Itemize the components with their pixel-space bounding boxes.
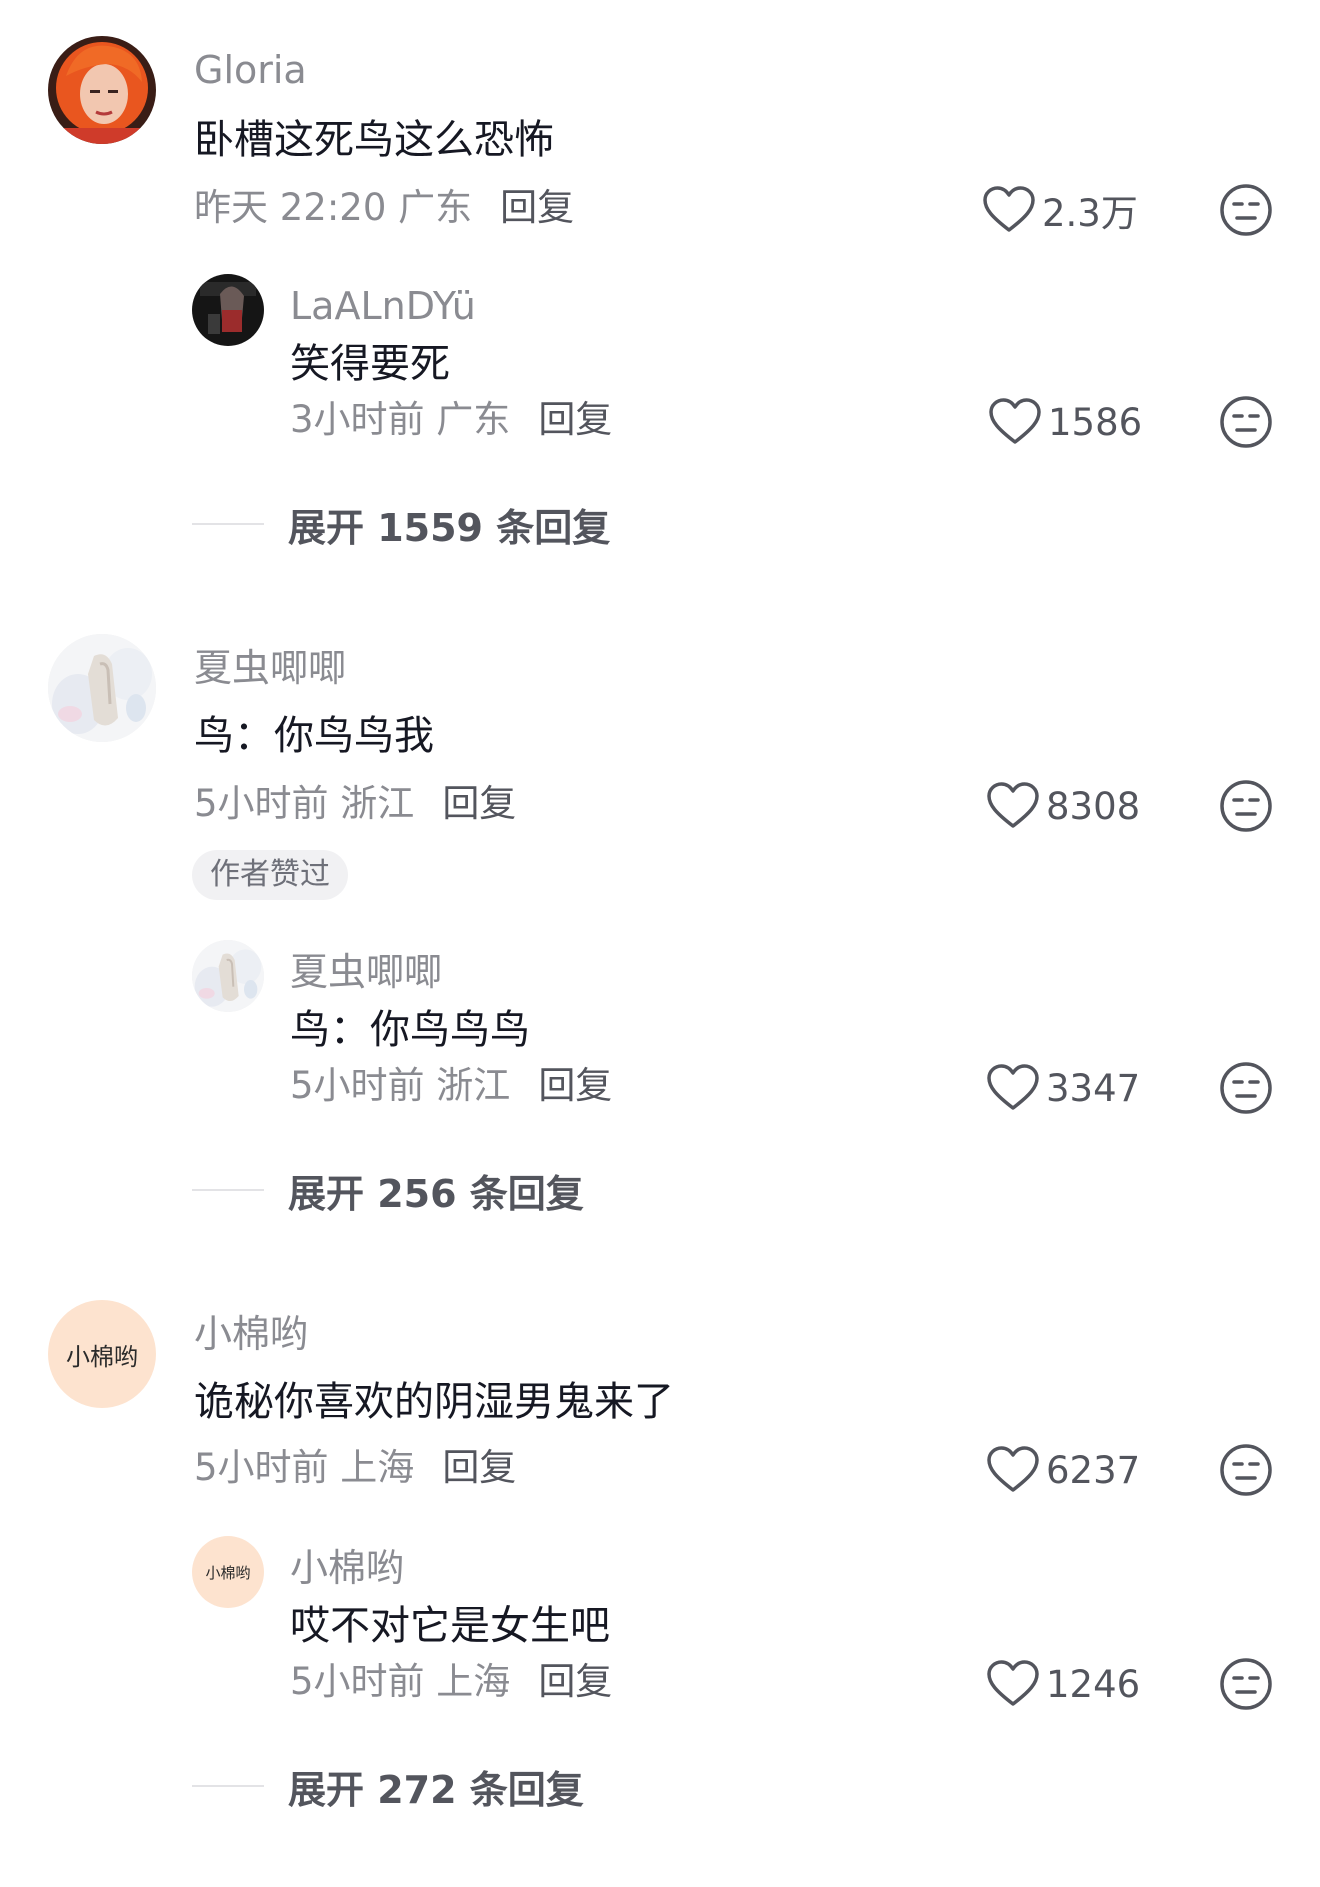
expand-replies-label: 展开 272 条回复 [288, 1767, 584, 1812]
comment-meta: 5小时前 浙江 回复 [290, 1064, 612, 1108]
comment-text: 笑得要死 [290, 341, 450, 387]
dislike-button[interactable] [1218, 1656, 1274, 1712]
meh-face-icon [1220, 184, 1272, 236]
like-count: 1586 [1048, 400, 1143, 444]
heart-outline-icon [983, 186, 1035, 232]
heart-outline-icon [987, 1064, 1039, 1110]
avatar[interactable] [48, 36, 156, 144]
heart-outline-icon [987, 782, 1039, 828]
heart-outline-icon [989, 398, 1041, 444]
meh-face-icon [1220, 396, 1272, 448]
like-count: 3347 [1046, 1066, 1141, 1110]
time-location: 3小时前 广东 [290, 398, 511, 441]
dislike-button[interactable] [1218, 394, 1274, 450]
comment-text: 哎不对它是女生吧 [290, 1603, 610, 1649]
reply-button[interactable]: 回复 [500, 186, 574, 229]
like-button[interactable]: 1246 [986, 1656, 1140, 1712]
reply-button[interactable]: 回复 [442, 1446, 516, 1489]
meh-face-icon [1220, 780, 1272, 832]
username[interactable]: 夏虫唧唧 [290, 950, 442, 994]
avatar[interactable] [192, 940, 264, 1012]
username[interactable]: 小棉哟 [194, 1312, 308, 1356]
like-button[interactable]: 6237 [986, 1442, 1140, 1498]
comment-meta: 昨天 22:20 广东 回复 [194, 186, 574, 230]
username[interactable]: 小棉哟 [290, 1546, 404, 1590]
avatar[interactable]: 小棉哟 [192, 1536, 264, 1608]
comment-meta: 5小时前 上海 回复 [290, 1660, 612, 1704]
username[interactable]: LaALnDYü [290, 284, 476, 328]
comment-text: 诡秘你喜欢的阴湿男鬼来了 [194, 1379, 674, 1425]
time-location: 5小时前 上海 [194, 1446, 415, 1489]
avatar-text: 小棉哟 [66, 1342, 138, 1371]
comment-list: Gloria 卧槽这死鸟这么恐怖 昨天 22:20 广东 回复 2.3万 LaA… [0, 0, 1320, 1887]
divider [192, 1785, 264, 1787]
comment-meta: 3小时前 广东 回复 [290, 398, 612, 442]
heart-outline-icon [987, 1660, 1039, 1706]
comment-meta: 5小时前 浙江 回复 [194, 782, 516, 826]
meh-face-icon [1220, 1062, 1272, 1114]
meh-face-icon [1220, 1444, 1272, 1496]
time-location: 5小时前 浙江 [290, 1064, 511, 1107]
reply-button[interactable]: 回复 [442, 782, 516, 825]
reply-button[interactable]: 回复 [538, 1064, 612, 1107]
comment-meta: 5小时前 上海 回复 [194, 1446, 516, 1490]
like-count: 6237 [1046, 1448, 1141, 1492]
expand-replies-button[interactable]: 展开 1559 条回复 [192, 500, 610, 550]
reply-button[interactable]: 回复 [538, 1660, 612, 1703]
comment-text: 鸟：你鸟鸟鸟 [290, 1007, 530, 1053]
like-count: 2.3万 [1042, 192, 1138, 235]
reply-button[interactable]: 回复 [538, 398, 612, 441]
dislike-button[interactable] [1218, 778, 1274, 834]
time-location: 5小时前 浙江 [194, 782, 415, 825]
meh-face-icon [1220, 1658, 1272, 1710]
divider [192, 523, 264, 525]
dislike-button[interactable] [1218, 182, 1274, 238]
username[interactable]: Gloria [194, 48, 307, 92]
comment-text: 鸟：你鸟鸟我 [194, 713, 434, 759]
comment-text: 卧槽这死鸟这么恐怖 [194, 117, 554, 163]
avatar[interactable] [48, 634, 156, 742]
like-button[interactable]: 2.3万 [982, 182, 1138, 238]
time-location: 5小时前 上海 [290, 1660, 511, 1703]
expand-replies-label: 展开 256 条回复 [288, 1171, 584, 1216]
heart-outline-icon [987, 1446, 1039, 1492]
like-button[interactable]: 1586 [988, 394, 1142, 450]
like-count: 8308 [1046, 784, 1141, 828]
avatar[interactable] [192, 274, 264, 346]
divider [192, 1189, 264, 1191]
expand-replies-button[interactable]: 展开 272 条回复 [192, 1762, 584, 1812]
dislike-button[interactable] [1218, 1060, 1274, 1116]
avatar[interactable]: 小棉哟 [48, 1300, 156, 1408]
like-count: 1246 [1046, 1662, 1141, 1706]
time-location: 昨天 22:20 广东 [194, 186, 473, 229]
expand-replies-label: 展开 1559 条回复 [288, 505, 611, 550]
avatar-text: 小棉哟 [205, 1563, 251, 1582]
username[interactable]: 夏虫唧唧 [194, 646, 346, 690]
author-liked-badge: 作者赞过 [192, 850, 348, 900]
dislike-button[interactable] [1218, 1442, 1274, 1498]
expand-replies-button[interactable]: 展开 256 条回复 [192, 1166, 584, 1216]
like-button[interactable]: 3347 [986, 1060, 1140, 1116]
like-button[interactable]: 8308 [986, 778, 1140, 834]
